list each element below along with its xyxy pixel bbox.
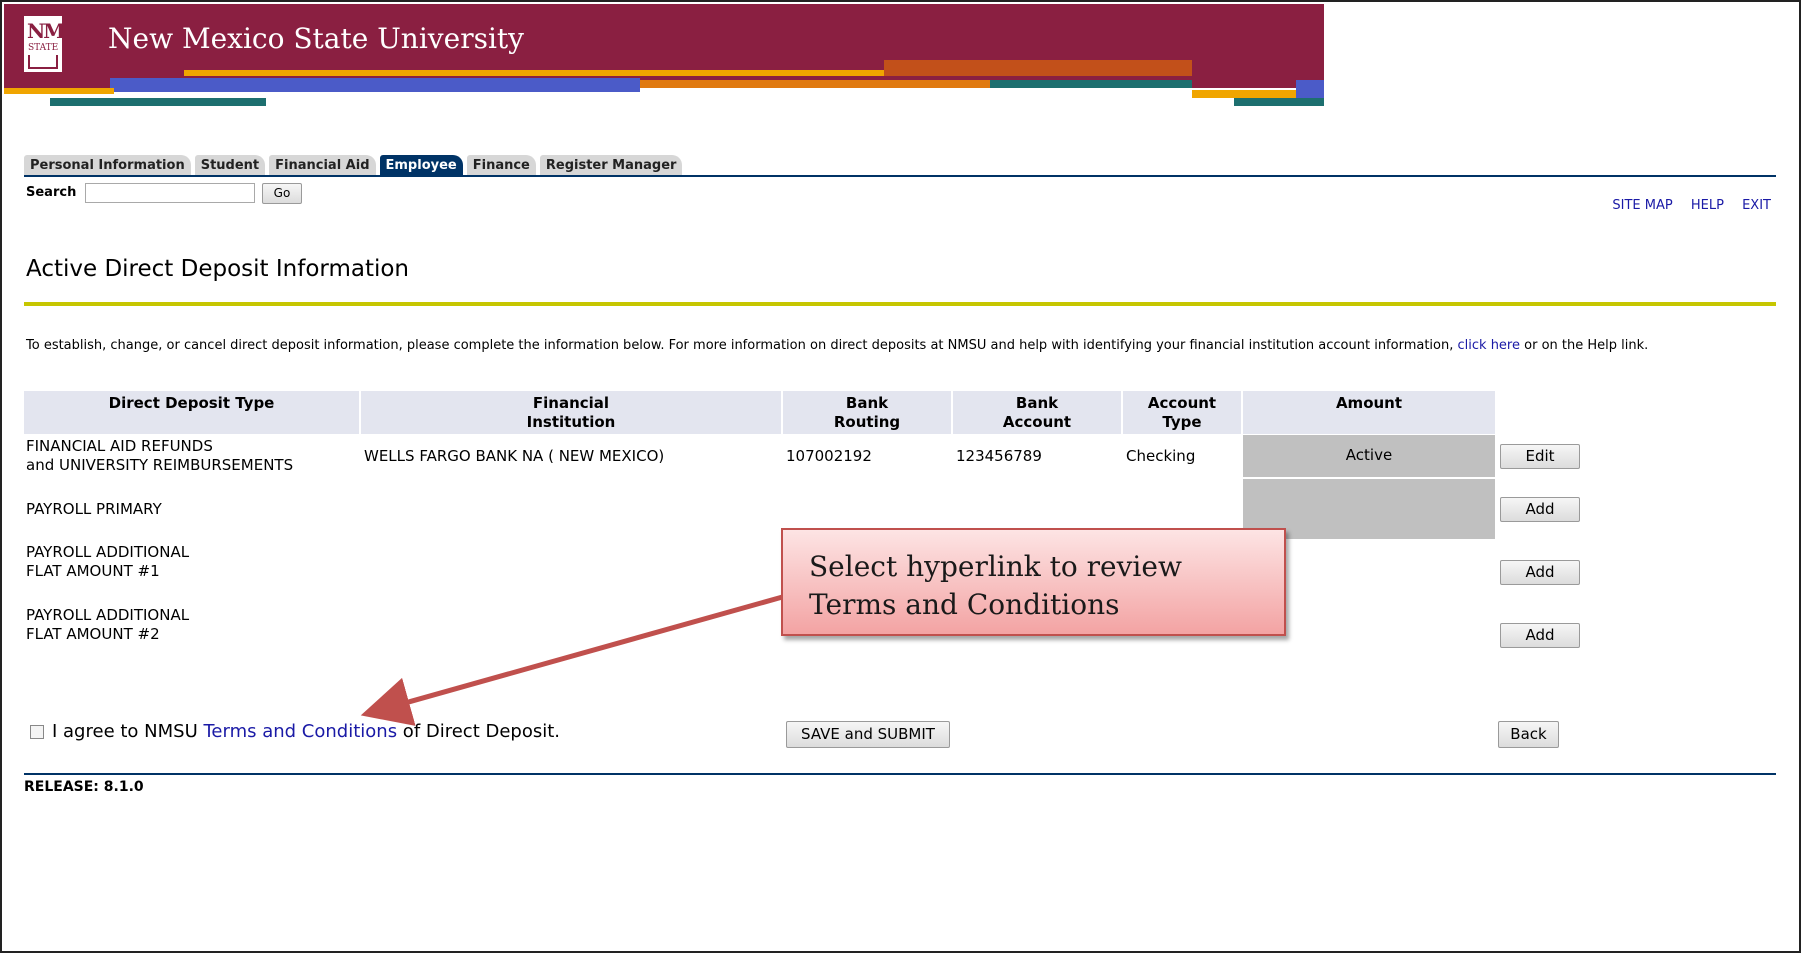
row1-routing: 107002192: [786, 447, 872, 465]
title-divider: [24, 302, 1776, 306]
row1-account: 123456789: [956, 447, 1042, 465]
header-bank-account: Bank Account: [953, 391, 1121, 434]
site-map-link[interactable]: SITE MAP: [1612, 198, 1672, 213]
row3-type: PAYROLL ADDITIONAL FLAT AMOUNT #1: [26, 543, 190, 580]
tab-financial-aid[interactable]: Financial Aid: [269, 155, 376, 177]
row1-amount-status: Active: [1345, 446, 1393, 464]
banner-stripe: [184, 70, 334, 76]
annotation-callout: Select hyperlink to review Terms and Con…: [781, 528, 1286, 636]
banner-stripe: [4, 88, 114, 94]
tab-register-manager[interactable]: Register Manager: [539, 155, 683, 177]
row1-amount-cell: Active: [1243, 435, 1495, 477]
banner-stripe: [50, 98, 266, 106]
banner-stripe: [1192, 90, 1296, 98]
row2-type: PAYROLL PRIMARY: [26, 500, 162, 518]
banner-stripe: [1296, 80, 1324, 100]
banner-stripe: [640, 80, 990, 88]
back-button[interactable]: Back: [1498, 721, 1559, 748]
row1-type: FINANCIAL AID REFUNDS and UNIVERSITY REIM…: [26, 437, 294, 474]
university-banner: NM STATE New Mexico State University: [4, 4, 1324, 107]
row1-account-type: Checking: [1126, 447, 1196, 465]
tab-student[interactable]: Student: [194, 155, 266, 177]
search-label: Search: [26, 185, 77, 200]
edit-button[interactable]: Edit: [1500, 444, 1580, 469]
header-direct-deposit-type: Direct Deposit Type: [24, 391, 359, 434]
logo-subtext: STATE: [28, 43, 59, 53]
add-flat-amount-2-button[interactable]: Add: [1500, 623, 1580, 648]
intro-text-before: To establish, change, or cancel direct d…: [26, 338, 1458, 353]
nmsu-logo[interactable]: NM STATE: [24, 16, 65, 72]
top-links: SITE MAP HELP EXIT: [1598, 198, 1771, 213]
header-bank-routing: Bank Routing: [783, 391, 951, 434]
add-payroll-primary-button[interactable]: Add: [1500, 497, 1580, 522]
release-version: RELEASE: 8.1.0: [24, 779, 144, 795]
tab-divider: [24, 175, 1776, 177]
header-amount: Amount: [1243, 391, 1495, 434]
tab-personal-information[interactable]: Personal Information: [24, 155, 191, 177]
page-title: Active Direct Deposit Information: [26, 256, 410, 282]
intro-text: To establish, change, or cancel direct d…: [26, 337, 1778, 354]
tab-employee[interactable]: Employee: [379, 155, 463, 177]
row1-institution: WELLS FARGO BANK NA ( NEW MEXICO): [364, 447, 665, 465]
go-button[interactable]: Go: [262, 183, 302, 204]
header-financial-institution: Financial Institution: [361, 391, 781, 434]
terms-agreement: I agree to NMSU Terms and Conditions of …: [30, 721, 560, 742]
search-input[interactable]: [85, 183, 255, 203]
save-and-submit-button[interactable]: SAVE and SUBMIT: [786, 721, 950, 748]
logo-text: NM: [27, 19, 65, 43]
exit-link[interactable]: EXIT: [1742, 198, 1771, 213]
footer-divider: [24, 773, 1776, 775]
agree-text-after: of Direct Deposit.: [397, 721, 561, 742]
banner-stripe: [110, 78, 640, 92]
callout-text: Select hyperlink to review Terms and Con…: [809, 550, 1182, 621]
banner-stripe: [990, 80, 1192, 88]
main-tabs: Personal Information Student Financial A…: [24, 150, 686, 177]
click-here-link[interactable]: click here: [1458, 338, 1520, 353]
banner-stripe: [884, 60, 1192, 76]
agree-text-before: I agree to NMSU: [52, 721, 204, 742]
intro-text-after: or on the Help link.: [1520, 338, 1649, 353]
banner-title: New Mexico State University: [108, 22, 524, 55]
header-account-type: Account Type: [1123, 391, 1241, 434]
agree-checkbox[interactable]: [30, 725, 44, 739]
banner-stripe: [334, 70, 884, 76]
terms-and-conditions-link[interactable]: Terms and Conditions: [203, 721, 397, 742]
help-link[interactable]: HELP: [1691, 198, 1724, 213]
banner-stripe: [1234, 98, 1324, 106]
logo-map-shape: [28, 55, 58, 69]
tab-finance[interactable]: Finance: [466, 155, 536, 177]
add-flat-amount-1-button[interactable]: Add: [1500, 560, 1580, 585]
screenshot-frame: [0, 0, 1801, 953]
row4-type: PAYROLL ADDITIONAL FLAT AMOUNT #2: [26, 606, 190, 643]
